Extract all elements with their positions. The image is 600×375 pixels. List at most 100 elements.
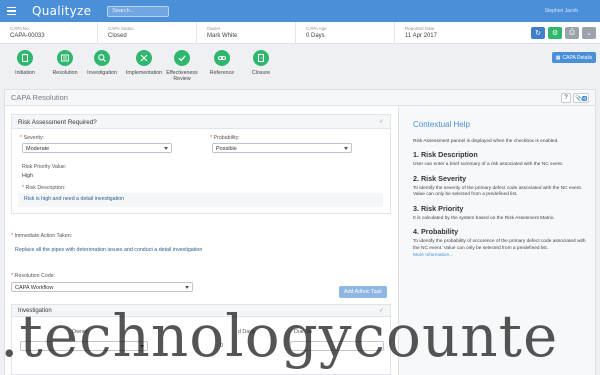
immediate-action-field[interactable]: Replace all the pipes with deterioration…	[15, 247, 202, 253]
field-capa-status: CAPA Status Closed	[98, 22, 197, 44]
risk-assessment-header: Risk Assessment Required? ✓	[12, 115, 390, 129]
settings-icon[interactable]: ⚙	[548, 27, 562, 39]
owner-select[interactable]	[20, 341, 148, 351]
help-intro: Risk Assessment pannel is displayed when…	[413, 139, 559, 144]
field-owner: Owner Mark White	[197, 22, 296, 44]
field-value: 11 Apr 2017	[405, 33, 437, 39]
resolution-code-label-text: Resolution Code:	[14, 273, 56, 279]
magnifier-icon	[94, 50, 110, 66]
search-input[interactable]	[107, 5, 170, 17]
document-icon: ▦	[555, 54, 561, 61]
field-capa-age: CAPA Age 0 Days	[296, 22, 395, 44]
contextual-help-panel: Contextual Help Risk Assessment pannel i…	[398, 106, 596, 375]
risk-assessment-title: Risk Assessment Required?	[18, 119, 97, 126]
severity-value: Moderate	[26, 146, 50, 152]
field-value: Closed	[108, 33, 127, 39]
risk-description-label: * Risk Description:	[22, 185, 66, 191]
top-navbar: Qualityze Stephen Jacob	[0, 0, 600, 22]
door-icon	[253, 50, 269, 66]
resolution-code-select[interactable]: CAPA Workflow	[11, 282, 193, 292]
help-button[interactable]: ?	[561, 93, 571, 103]
step-label: Initiation	[15, 70, 35, 76]
more-information-link[interactable]: More Information...	[413, 253, 453, 258]
step-initiation[interactable]: Initiation	[3, 50, 47, 76]
field-value: 0 Days	[306, 33, 325, 39]
investigation-title: Investigation	[18, 308, 52, 314]
resolution-form: Risk Assessment Required? ✓ * Severity: …	[4, 106, 398, 375]
help-heading: 1. Risk Description	[413, 150, 478, 160]
severity-label: * Severity:	[20, 135, 45, 141]
attachment-count-badge: 0	[582, 95, 587, 101]
capa-details-label: CAPA Details	[562, 54, 593, 61]
probability-label: * Probability:	[210, 135, 240, 141]
field-label: CAPA Age	[306, 26, 327, 31]
column-days: d Days	[238, 329, 255, 335]
field-value: CAPA-00033	[10, 33, 45, 39]
dropdown-caret-icon	[140, 345, 144, 348]
risk-description-field[interactable]: Risk is high and need a detail investiga…	[18, 193, 383, 207]
capa-details-button[interactable]: ▦ CAPA Details	[552, 52, 596, 63]
dropdown-caret-icon	[164, 147, 168, 150]
action-buttons: ↻ ⚙ ⎙ ⌄	[531, 27, 596, 39]
step-investigation[interactable]: Investigation	[80, 50, 124, 76]
field-reported-date: Reported Date 11 Apr 2017	[395, 22, 505, 44]
app-logo[interactable]: Qualityze	[32, 4, 91, 18]
probability-select[interactable]: Possible	[212, 143, 352, 153]
paperclip-icon: 📎	[575, 95, 583, 102]
refresh-icon[interactable]: ↻	[531, 27, 545, 39]
due-date-input[interactable]	[290, 341, 384, 351]
capa-resolution-header: CAPA Resolution ? 📎 0	[4, 89, 596, 106]
step-label: Effectiveness Review	[166, 70, 198, 83]
immediate-action-label-text: Immediate Action Taken:	[14, 233, 73, 239]
resolution-code-value: CAPA Workflow	[15, 285, 54, 291]
column-due-date: Due Da	[294, 329, 312, 335]
user-menu[interactable]: Stephen Jacob	[545, 8, 578, 14]
print-icon[interactable]: ⎙	[565, 27, 579, 39]
field-value: Mark White	[207, 33, 238, 39]
dropdown-caret-icon	[185, 286, 189, 289]
add-adhoc-task-button[interactable]: Add Adhoc Task	[339, 286, 387, 298]
help-title: Contextual Help	[413, 120, 470, 129]
checkbox-check-icon[interactable]: ✓	[379, 118, 384, 125]
checkbox-check-icon[interactable]: ✓	[379, 307, 384, 314]
checkmark-icon	[174, 50, 190, 66]
risk-priority-label: Risk Priority Value:	[22, 164, 67, 170]
menu-icon[interactable]	[0, 0, 22, 22]
field-capa-no: CAPA No. CAPA-00033	[0, 22, 98, 44]
field-label: CAPA Status	[108, 26, 134, 31]
immediate-action-label: * Immediate Action Taken:	[11, 233, 73, 239]
field-label: CAPA No.	[10, 26, 30, 31]
step-label: Reference	[209, 70, 235, 76]
severity-label-text: Severity:	[23, 135, 45, 141]
investigation-header: Investigation ✓	[12, 305, 390, 317]
risk-assessment-box: Risk Assessment Required? ✓ * Severity: …	[11, 114, 391, 214]
attachments-button[interactable]: 📎 0	[573, 93, 589, 103]
column-owner: Owner	[72, 329, 88, 335]
tools-icon	[136, 50, 152, 66]
field-label: Owner	[207, 26, 221, 31]
step-label: Closure	[251, 70, 271, 76]
list-icon	[57, 50, 73, 66]
help-text: It is calculated by the system based on …	[413, 215, 555, 221]
step-effectiveness-review[interactable]: Effectiveness Review	[160, 50, 204, 83]
days-value: 0	[220, 343, 223, 349]
probability-value: Possible	[216, 146, 237, 152]
clipboard-icon	[17, 50, 33, 66]
probability-label-text: Probability:	[213, 135, 240, 141]
severity-select[interactable]: Moderate	[22, 143, 172, 153]
dropdown-caret-icon	[344, 147, 348, 150]
step-reference[interactable]: Reference	[200, 50, 244, 76]
panel-title: CAPA Resolution	[11, 93, 68, 102]
help-heading: 4. Probability	[413, 227, 459, 237]
step-closure[interactable]: Closure	[239, 50, 283, 76]
investigation-box: Investigation ✓ Owner d Days Due Da 0	[11, 304, 391, 375]
chevron-down-icon[interactable]: ⌄	[582, 27, 596, 39]
help-text: User can enter a brief summary of a risk…	[413, 162, 564, 168]
help-text: To identify the severity of the primary …	[413, 185, 583, 198]
help-heading: 2. Risk Severity	[413, 173, 467, 183]
risk-priority-value: High	[22, 173, 33, 179]
link-icon	[214, 50, 230, 66]
workflow-steps: Initiation Resolution Investigation Impl…	[0, 44, 600, 89]
field-label: Reported Date	[405, 26, 435, 31]
help-text: To identify the probability of occurence…	[413, 239, 586, 251]
